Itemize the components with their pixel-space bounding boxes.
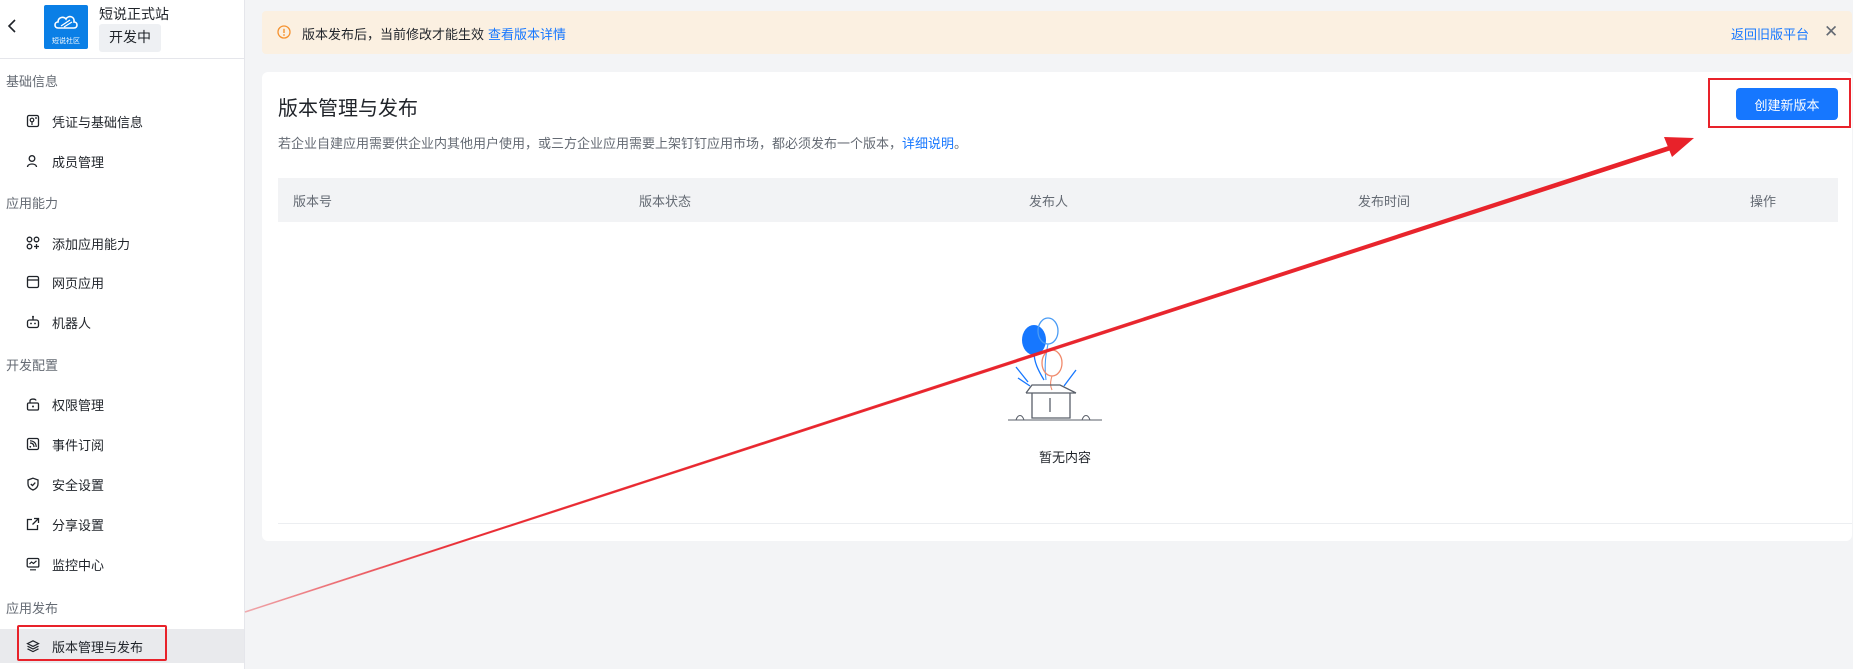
monitor-icon	[26, 557, 40, 571]
app-logo-text: 短说社区	[52, 37, 80, 45]
view-version-details-link[interactable]: 查看版本详情	[488, 28, 566, 43]
sidebar-item-label: 成员管理	[52, 155, 105, 171]
back-to-old-platform-link[interactable]: 返回旧版平台	[1731, 24, 1809, 43]
nav-group-title: 应用发布	[6, 602, 59, 617]
column-publisher: 发布人	[1029, 195, 1069, 210]
app-name: 短说正式站	[99, 7, 169, 23]
grid-plus-icon	[26, 236, 40, 250]
sidebar-item-share[interactable]: 分享设置	[0, 507, 244, 541]
share-icon	[26, 517, 40, 531]
sidebar-item-label: 分享设置	[52, 518, 105, 534]
details-link[interactable]: 详细说明	[902, 137, 954, 152]
sidebar-item-events[interactable]: 事件订阅	[0, 427, 244, 461]
sidebar-item-label: 事件订阅	[52, 438, 105, 454]
sidebar-item-label: 网页应用	[52, 276, 105, 292]
description-end: 。	[954, 137, 968, 152]
sidebar-item-label: 版本管理与发布	[52, 640, 144, 656]
browser-icon	[26, 275, 40, 289]
sidebar-item-credentials[interactable]: 凭证与基础信息	[0, 104, 244, 138]
cloud-logo-icon	[54, 15, 78, 29]
notice-text: 版本发布后，当前修改才能生效 查看版本详情	[302, 24, 566, 43]
description-text: 若企业自建应用需要供企业内其他用户使用，或三方企业应用需要上架钉钉应用市场，都必…	[278, 137, 903, 152]
credential-icon	[26, 114, 40, 128]
sidebar-item-permissions[interactable]: 权限管理	[0, 387, 244, 421]
rss-icon	[26, 437, 40, 451]
app-header: 短说社区 短说正式站 开发中	[0, 0, 245, 59]
page-title: 版本管理与发布	[278, 96, 418, 120]
notice-bar: 版本发布后，当前修改才能生效 查看版本详情 返回旧版平台 ✕	[262, 11, 1852, 54]
robot-icon	[26, 315, 40, 329]
column-actions: 操作	[1750, 195, 1777, 210]
layers-icon	[26, 639, 40, 653]
sidebar: 短说社区 短说正式站 开发中 基础信息 凭证与基础信息 成员管理 应用能力 添加…	[0, 0, 245, 669]
empty-box-balloons-icon	[1008, 317, 1102, 421]
sidebar-item-robot[interactable]: 机器人	[0, 305, 244, 339]
back-arrow-icon[interactable]	[6, 16, 20, 36]
sidebar-item-add-capability[interactable]: 添加应用能力	[0, 226, 244, 260]
nav-group-title: 基础信息	[6, 75, 59, 90]
page-description: 若企业自建应用需要供企业内其他用户使用，或三方企业应用需要上架钉钉应用市场，都必…	[278, 133, 967, 152]
user-icon	[26, 154, 40, 168]
column-version: 版本号	[293, 195, 333, 210]
lock-icon	[26, 397, 40, 411]
sidebar-item-label: 安全设置	[52, 478, 105, 494]
column-publish-time: 发布时间	[1358, 195, 1411, 210]
version-management-card: 版本管理与发布 若企业自建应用需要供企业内其他用户使用，或三方企业应用需要上架钉…	[262, 72, 1852, 541]
notice-message: 版本发布后，当前修改才能生效	[302, 28, 485, 43]
table-header: 版本号 版本状态 发布人 发布时间 操作	[278, 178, 1838, 222]
shield-icon	[26, 477, 40, 491]
sidebar-item-security[interactable]: 安全设置	[0, 467, 244, 501]
sidebar-item-monitor[interactable]: 监控中心	[0, 547, 244, 581]
info-icon	[277, 25, 291, 43]
app-logo: 短说社区	[44, 5, 88, 49]
column-status: 版本状态	[639, 195, 692, 210]
sidebar-item-label: 添加应用能力	[52, 237, 131, 253]
sidebar-item-label: 机器人	[52, 316, 92, 332]
create-new-version-button[interactable]: 创建新版本	[1736, 88, 1838, 120]
table-divider	[278, 523, 1852, 524]
sidebar-item-web-app[interactable]: 网页应用	[0, 265, 244, 299]
nav-group-title: 开发配置	[6, 359, 59, 374]
app-status-badge: 开发中	[99, 24, 161, 52]
nav-group-title: 应用能力	[6, 197, 59, 212]
close-icon[interactable]: ✕	[1824, 22, 1838, 42]
sidebar-item-version-release[interactable]: 版本管理与发布	[0, 629, 244, 663]
sidebar-item-label: 凭证与基础信息	[52, 115, 144, 131]
sidebar-item-label: 监控中心	[52, 558, 105, 574]
sidebar-item-members[interactable]: 成员管理	[0, 144, 244, 178]
empty-state-text: 暂无内容	[1038, 451, 1091, 466]
sidebar-item-label: 权限管理	[52, 398, 105, 414]
